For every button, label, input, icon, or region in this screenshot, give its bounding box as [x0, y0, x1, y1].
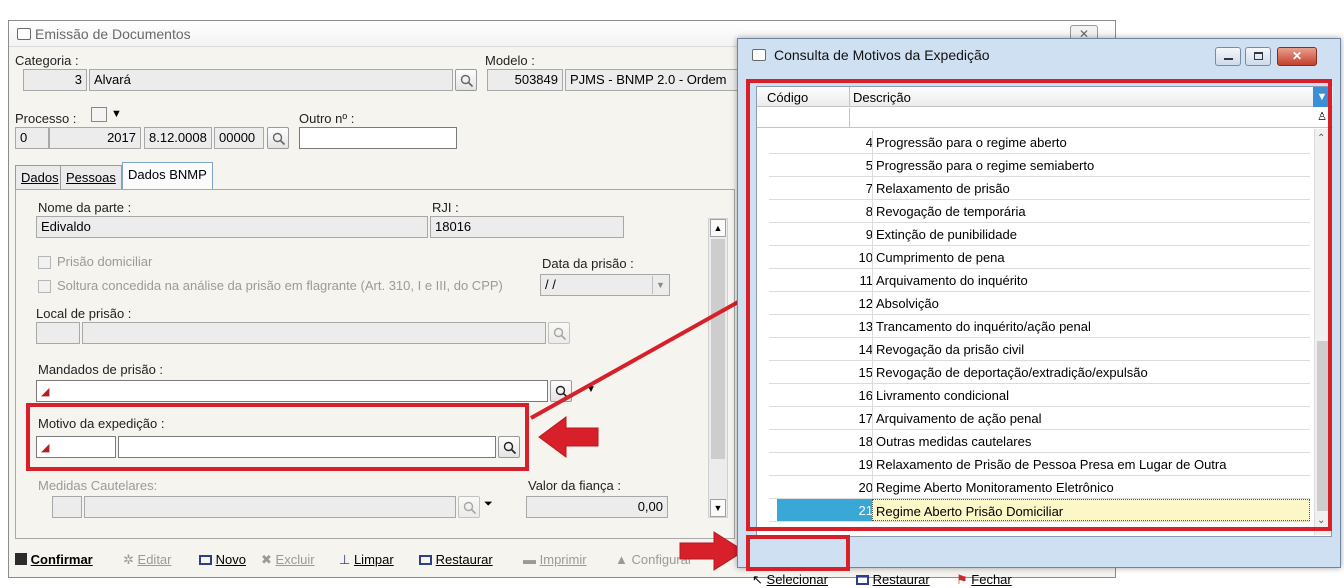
restore-icon — [856, 575, 869, 585]
maximize-icon — [1254, 52, 1263, 60]
red-arrow-left-icon — [538, 416, 599, 458]
dialog-title: Consulta de Motivos da Expedição — [774, 47, 990, 63]
pointer-icon: ↖ — [752, 572, 763, 587]
selecionar-highlight-box — [746, 535, 850, 571]
minimize-icon — [1224, 58, 1233, 60]
close-icon: ✕ — [1291, 49, 1303, 63]
grid-highlight-box — [746, 79, 1332, 531]
maximize-button[interactable] — [1245, 47, 1271, 66]
restaurar-dialog-button[interactable]: Restaurar — [856, 572, 930, 587]
dialog-titlebar: Consulta de Motivos da Expedição ✕ — [738, 39, 1340, 69]
minimize-button[interactable] — [1215, 47, 1241, 66]
dialog-close-button[interactable]: ✕ — [1277, 47, 1317, 66]
dialog-window-icon — [752, 49, 766, 61]
fechar-button[interactable]: ⚑ Fechar — [956, 572, 1012, 588]
flag-icon: ⚑ — [956, 572, 968, 587]
connector-line — [530, 290, 757, 420]
red-arrow-right-icon — [679, 531, 745, 571]
selecionar-button[interactable]: ↖ Selecionar — [752, 572, 828, 588]
